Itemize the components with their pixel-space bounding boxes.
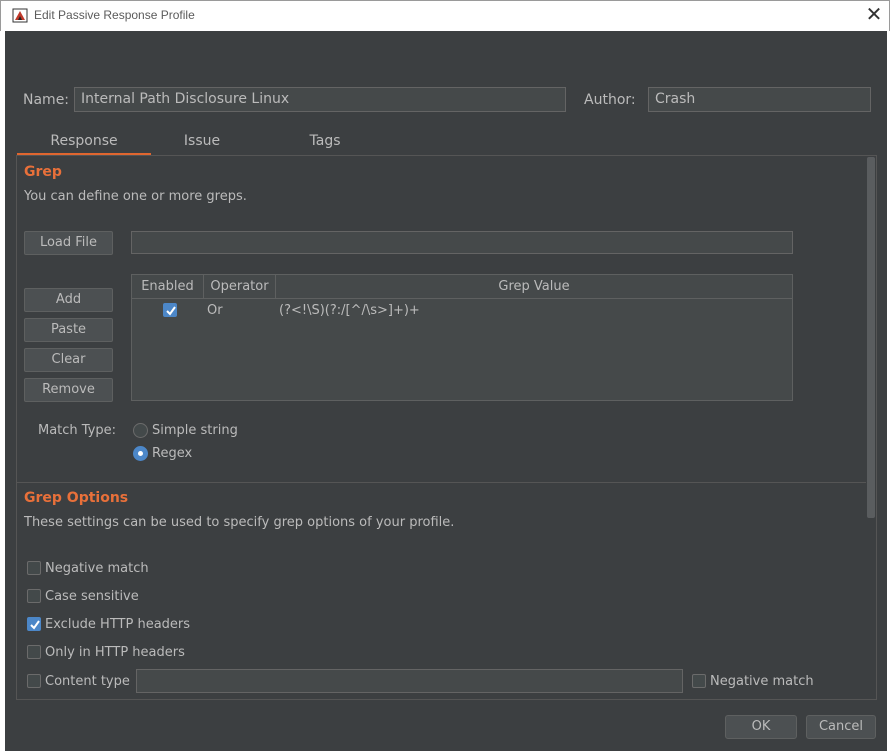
content-type-checkbox[interactable] [27,674,41,688]
paste-button[interactable]: Paste [24,318,113,342]
app-icon [12,7,28,23]
load-file-input[interactable] [131,231,793,254]
grep-options-description: These settings can be used to specify gr… [24,515,455,530]
grep-table[interactable]: Enabled Operator Grep Value Or (?<!\S)(?… [131,274,793,401]
name-input[interactable]: Internal Path Disclosure Linux [74,87,566,112]
column-header-grep-value[interactable]: Grep Value [276,275,792,299]
content-type-label[interactable]: Content type [45,674,130,689]
regex-radio[interactable] [133,446,148,461]
negative-match-label[interactable]: Negative match [45,561,149,576]
match-type-label: Match Type: [38,423,117,438]
simple-string-label[interactable]: Simple string [152,423,238,438]
grep-description: You can define one or more greps. [24,189,247,204]
check-icon [166,306,176,316]
row-operator: Or [207,303,223,318]
tab-tags[interactable]: Tags [275,130,375,156]
regex-label[interactable]: Regex [152,446,192,461]
window-border-left [0,31,5,751]
author-label: Author: [584,92,636,108]
remove-button[interactable]: Remove [24,378,113,402]
check-icon [30,620,40,630]
content-type-input[interactable] [136,669,683,693]
table-row[interactable]: Or (?<!\S)(?:/[^/\s>]+)+ [132,300,792,321]
window-title: Edit Passive Response Profile [34,8,195,22]
negative-match-checkbox[interactable] [27,561,41,575]
row-grep-value: (?<!\S)(?:/[^/\s>]+)+ [279,303,420,318]
exclude-http-headers-label[interactable]: Exclude HTTP headers [45,617,190,632]
only-in-http-headers-checkbox[interactable] [27,645,41,659]
column-header-enabled[interactable]: Enabled [132,275,204,299]
clear-button[interactable]: Clear [24,348,113,372]
grep-section-title: Grep [24,164,62,180]
load-file-button[interactable]: Load File [24,231,113,255]
only-in-http-headers-label[interactable]: Only in HTTP headers [45,645,185,660]
content-type-negative-match-checkbox[interactable] [692,674,706,688]
exclude-http-headers-checkbox[interactable] [27,617,41,631]
table-header: Enabled Operator Grep Value [132,275,792,299]
add-button[interactable]: Add [24,288,113,312]
cancel-button[interactable]: Cancel [806,715,876,739]
ok-button[interactable]: OK [725,715,797,739]
case-sensitive-checkbox[interactable] [27,589,41,603]
column-header-operator[interactable]: Operator [204,275,276,299]
simple-string-radio[interactable] [133,423,148,438]
close-icon[interactable]: ✕ [864,4,884,24]
tab-issue[interactable]: Issue [152,130,252,156]
case-sensitive-label[interactable]: Case sensitive [45,589,139,604]
content-type-negative-match-label[interactable]: Negative match [710,674,814,689]
name-label: Name: [23,92,70,108]
section-divider [17,482,866,483]
author-input[interactable]: Crash [648,87,871,112]
grep-options-title: Grep Options [24,490,129,506]
scrollbar-thumb[interactable] [867,157,875,518]
row-enabled-checkbox[interactable] [163,303,177,317]
